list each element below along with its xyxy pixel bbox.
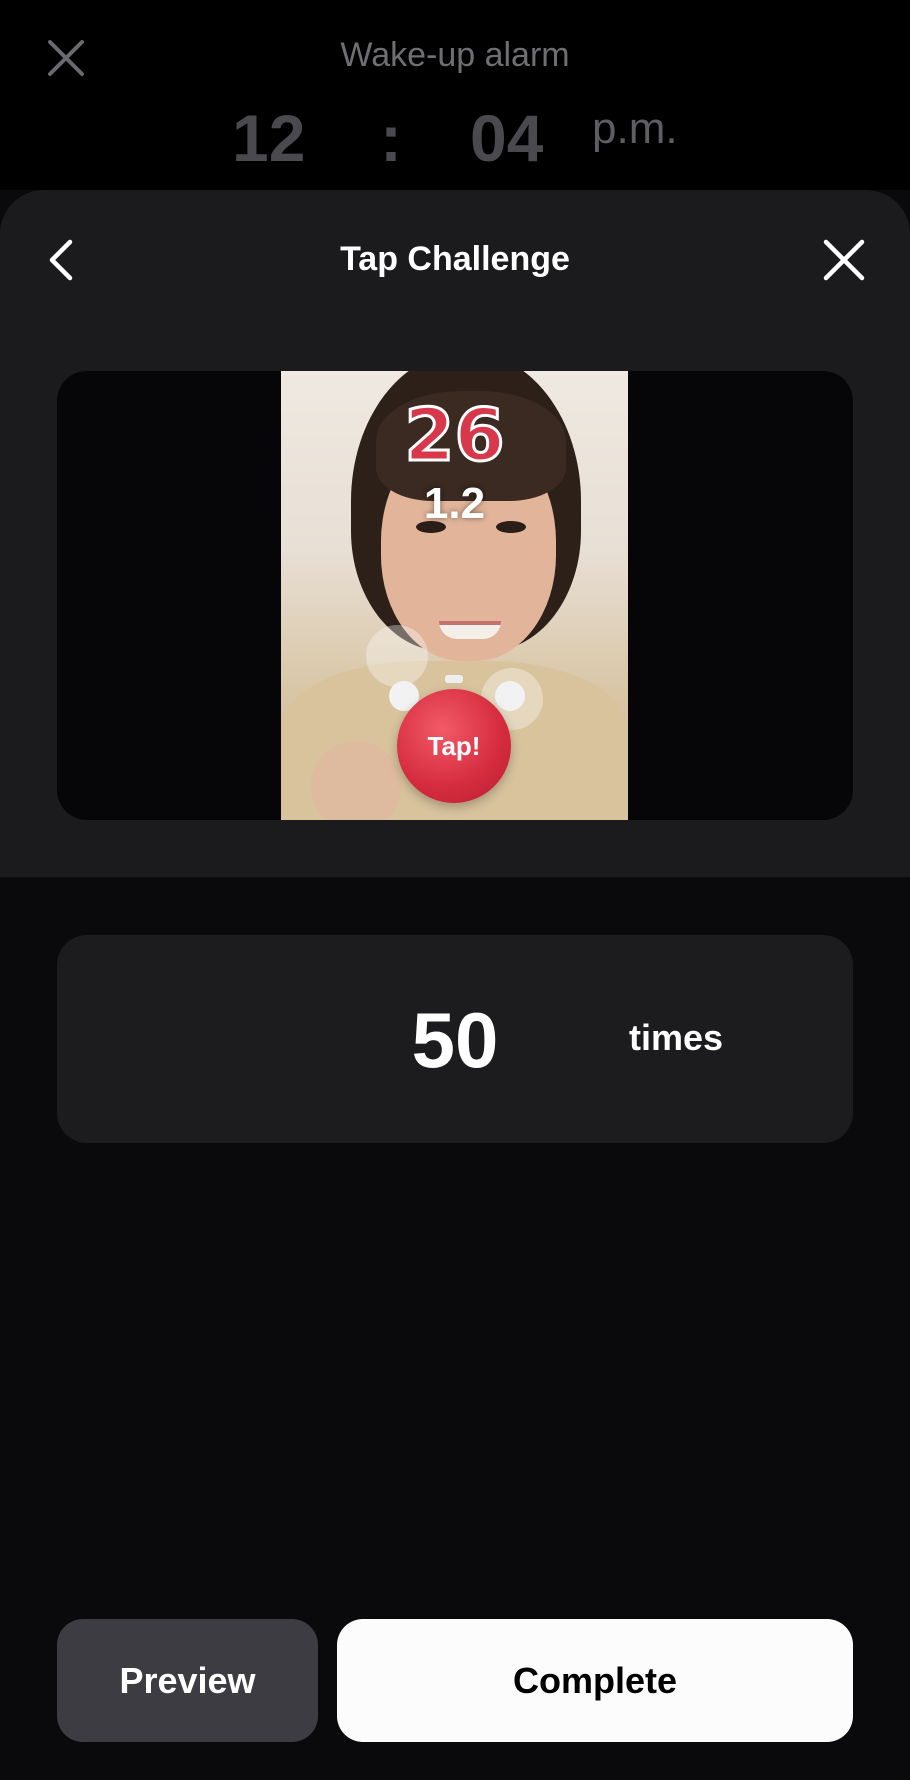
alarm-bell-right — [495, 681, 525, 711]
ampm-value: p.m. — [592, 104, 678, 153]
tap-challenge-sheet: Tap Challenge 26 1.2 Tap! 50 times Previ… — [0, 190, 910, 1780]
preview-video-image: 26 1.2 Tap! — [281, 371, 628, 820]
video-smile — [439, 621, 501, 639]
tap-label: Tap! — [427, 730, 481, 761]
tap-count-picker[interactable]: 50 times — [57, 935, 853, 1143]
tap-bubble — [366, 625, 428, 687]
hour-value: 12 — [232, 101, 306, 170]
alarm-title: Wake-up alarm — [340, 36, 570, 74]
preview-button[interactable]: Preview — [57, 1619, 318, 1742]
sheet-title: Tap Challenge — [340, 240, 570, 278]
alarm-clock-knob — [445, 675, 463, 683]
tap-alarm-clock-icon: Tap! — [397, 675, 511, 803]
tap-count-value[interactable]: 50 — [57, 995, 853, 1086]
tap-count-unit: times — [629, 1017, 724, 1058]
sheet-header-area: Tap Challenge 26 1.2 Tap! — [0, 190, 910, 877]
timer-overlay: 1.2 — [423, 479, 486, 528]
challenge-preview-video: 26 1.2 Tap! — [57, 371, 853, 820]
tap-count-overlay: 26 — [403, 392, 506, 479]
minute-value: 04 — [470, 101, 544, 170]
close-icon[interactable] — [818, 234, 870, 286]
complete-button[interactable]: Complete — [337, 1619, 853, 1742]
time-separator: : — [380, 101, 402, 170]
background-alarm-header: Wake-up alarm 12 : 04 p.m. — [0, 0, 910, 190]
